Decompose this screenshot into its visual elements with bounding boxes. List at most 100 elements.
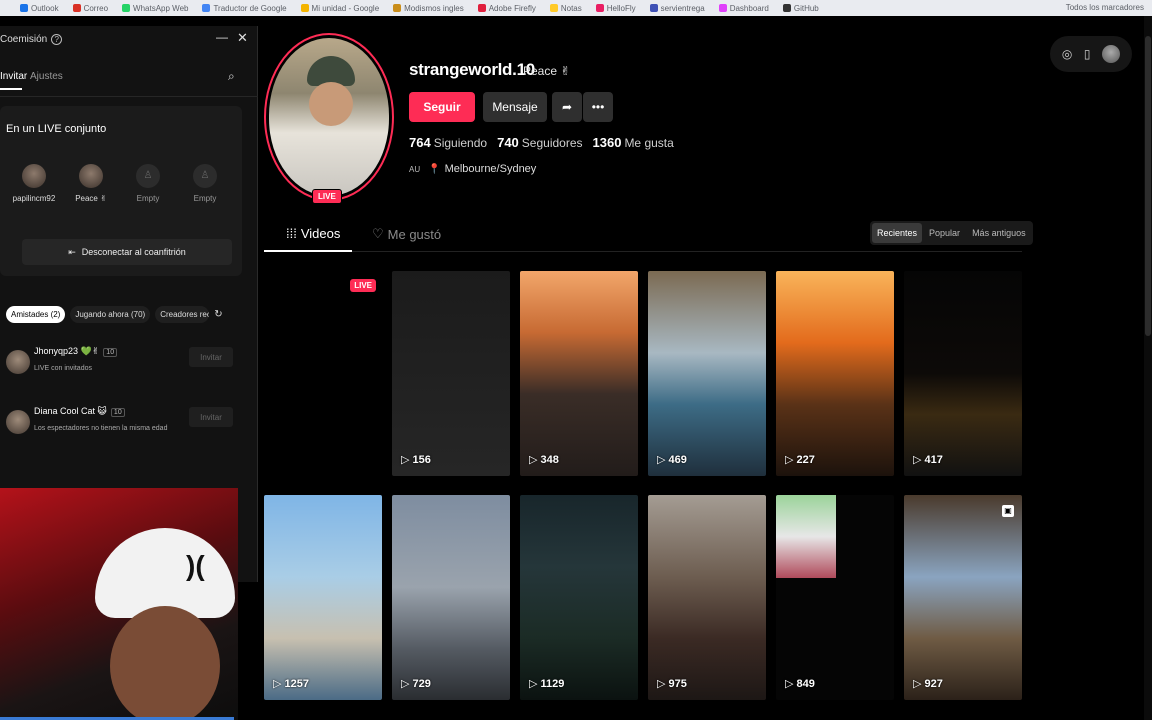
avatar-photo	[269, 38, 389, 196]
play-icon: ▷	[529, 454, 538, 466]
refresh-icon[interactable]: ↻	[214, 309, 222, 320]
webcam-cap	[95, 528, 235, 618]
live-ring	[264, 33, 394, 201]
page-scrollbar[interactable]	[1144, 16, 1152, 720]
follow-button[interactable]: Seguir	[409, 92, 475, 122]
bookmark[interactable]: HelloFly	[595, 4, 636, 13]
bookmark[interactable]: Dashboard	[718, 4, 769, 13]
bookmark[interactable]: servientrega	[649, 4, 705, 13]
view-count: ▷ 417	[913, 453, 943, 467]
video-card[interactable]: ▷ 156	[392, 271, 510, 476]
cohost-slot[interactable]: papilincm92	[10, 164, 58, 203]
bookmark[interactable]: Traductor de Google	[202, 4, 287, 13]
followers-stat[interactable]: 740 Seguidores	[497, 135, 582, 150]
view-count: ▷ 975	[657, 677, 687, 691]
message-button[interactable]: Mensaje	[483, 92, 547, 122]
level-badge: 10	[103, 348, 118, 357]
view-count: ▷ 729	[401, 677, 431, 691]
sort-recent[interactable]: Recientes	[872, 223, 923, 243]
video-card[interactable]: ▷ 975	[648, 495, 766, 700]
view-count: ▷ 348	[529, 453, 559, 467]
sort-popular[interactable]: Popular	[924, 223, 965, 243]
following-stat[interactable]: 764 Siguiendo	[409, 135, 487, 150]
video-card[interactable]: ▷ 1257	[264, 495, 382, 700]
location-pin-icon: 📍	[428, 163, 441, 175]
view-count: ▷ 156	[401, 453, 431, 467]
search-icon[interactable]: ⌕	[228, 69, 235, 84]
cohost-slot-empty[interactable]: ♙ Empty	[181, 164, 229, 203]
play-icon: ▷	[657, 454, 666, 466]
live-badge: LIVE	[312, 189, 342, 204]
tab-settings[interactable]: Ajustes	[30, 71, 63, 82]
play-icon: ▷	[785, 454, 794, 466]
avatar	[6, 350, 30, 374]
view-count: ▷ 1129	[529, 677, 565, 691]
close-icon[interactable]: ✕	[237, 30, 248, 46]
empty-user-icon: ♙	[136, 164, 160, 188]
joint-live-title: En un LIVE conjunto	[6, 123, 107, 135]
exit-icon: ⇤	[68, 246, 76, 257]
tab-invite[interactable]: Invitar	[0, 71, 27, 82]
more-options-button[interactable]: •••	[583, 92, 613, 122]
live-badge: LIVE	[350, 279, 376, 292]
profile-stats: 764 Siguiendo 740 Seguidores 1360 Me gusta	[409, 135, 674, 150]
account-avatar-icon[interactable]	[1102, 45, 1121, 63]
profile-location: AU 📍 Melbourne/Sydney	[409, 163, 536, 175]
chip-recommended-creators[interactable]: Creadores rec	[155, 306, 210, 323]
bookmark[interactable]: Correo	[72, 4, 108, 13]
scrollbar-thumb[interactable]	[1145, 36, 1151, 336]
list-item: Jhonyqp23 💚✌ 10 LIVE con invitados Invita…	[6, 346, 246, 386]
webcam-overlay: )(	[0, 488, 238, 720]
bookmark[interactable]: Outlook	[20, 4, 59, 13]
phone-icon[interactable]: ▯	[1084, 47, 1091, 61]
video-card[interactable]: ▷ 849	[776, 495, 894, 700]
active-tab-indicator	[0, 88, 22, 90]
country-code: AU	[409, 164, 421, 174]
photo-icon: ▣	[1002, 505, 1014, 517]
tab-liked[interactable]: ♡ Me gustó	[372, 226, 441, 242]
profile-avatar[interactable]: LIVE	[264, 33, 394, 204]
disconnect-cohost-button[interactable]: ⇤ Desconectar al coanfitrión	[22, 239, 232, 265]
bookmark[interactable]: Modismos ingles	[393, 4, 464, 13]
video-card[interactable]: ▷ 729	[392, 495, 510, 700]
tab-videos[interactable]: ⁞⁞⁞ Videos	[286, 226, 340, 241]
view-count: ▷ 1257	[273, 677, 309, 691]
cohost-slot[interactable]: Peace ✌	[67, 164, 115, 203]
video-card-live[interactable]: LIVE	[264, 271, 382, 476]
video-card[interactable]: ▷ 1129	[520, 495, 638, 700]
video-card[interactable]: ▷ 227	[776, 271, 894, 476]
panel-title: Coemisión ?	[0, 34, 63, 45]
cohost-slot-empty[interactable]: ♙ Empty	[124, 164, 172, 203]
play-icon: ▷	[657, 678, 666, 690]
bookmark[interactable]: Notas	[549, 4, 582, 13]
bookmark[interactable]: GitHub	[782, 4, 819, 13]
all-bookmarks-link[interactable]: Todos los marcadores	[1066, 3, 1144, 12]
sort-oldest[interactable]: Más antiguos	[967, 223, 1031, 243]
share-button[interactable]: ➦	[552, 92, 582, 122]
invite-button[interactable]: Invitar	[189, 407, 233, 427]
play-icon: ▷	[401, 678, 410, 690]
invite-button[interactable]: Invitar	[189, 347, 233, 367]
video-card[interactable]: ▷ 469	[648, 271, 766, 476]
bookmark[interactable]: Adobe Firefly	[477, 4, 536, 13]
coin-icon[interactable]: ◎	[1062, 47, 1072, 61]
avatar	[79, 164, 103, 188]
level-badge: 10	[110, 408, 125, 417]
view-count: ▷ 469	[657, 453, 687, 467]
minimize-icon[interactable]: —	[216, 30, 228, 44]
video-card[interactable]: ▷ 417	[904, 271, 1022, 476]
location-text: Melbourne/Sydney	[444, 163, 537, 175]
view-count: ▷ 927	[913, 677, 943, 691]
filter-chips: Amistades (2) Jugando ahora (70) Creador…	[6, 306, 223, 323]
bookmark[interactable]: Mi unidad - Google	[300, 4, 379, 13]
help-icon[interactable]: ?	[51, 34, 63, 45]
chip-friends[interactable]: Amistades (2)	[6, 306, 66, 323]
video-card[interactable]: ▣ ▷ 927	[904, 495, 1022, 700]
chip-playing-now[interactable]: Jugando ahora (70)	[70, 306, 151, 323]
webcam-face	[110, 606, 220, 720]
bookmark[interactable]: WhatsApp Web	[122, 4, 188, 13]
play-icon: ▷	[785, 678, 794, 690]
view-count: ▷ 227	[785, 453, 815, 467]
view-count: ▷ 849	[785, 677, 815, 691]
video-card[interactable]: ▷ 348	[520, 271, 638, 476]
